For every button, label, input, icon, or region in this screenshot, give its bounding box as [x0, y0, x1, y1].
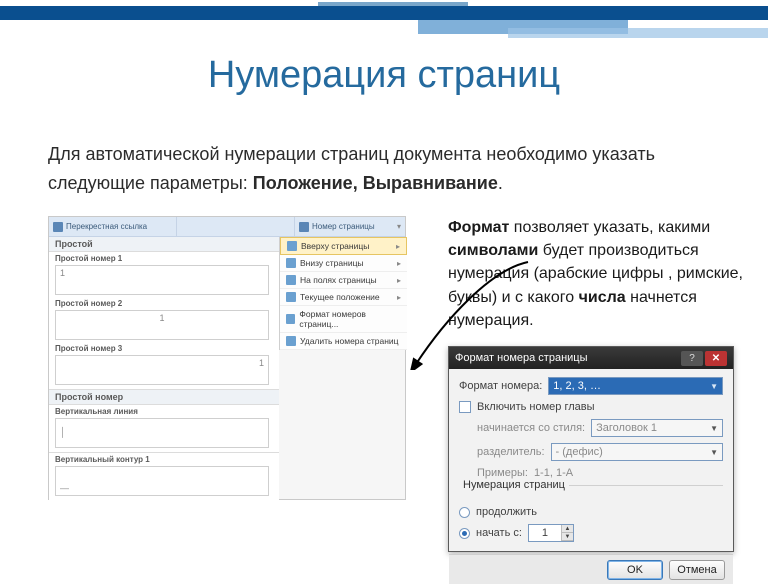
- chevron-down-icon: ▼: [710, 448, 718, 457]
- cancel-button[interactable]: Отмена: [669, 560, 725, 580]
- label-number-format: Формат номера:: [459, 380, 542, 392]
- chevron-right-icon: ▸: [396, 242, 400, 251]
- gallery-item-label: Простой номер 1: [55, 254, 273, 263]
- label-include-chapter: Включить номер главы: [477, 401, 595, 413]
- dialog-footer: OK Отмена: [449, 554, 733, 584]
- radio-start-at[interactable]: [459, 528, 470, 539]
- slide-body: Для автоматической нумерации страниц док…: [48, 140, 720, 198]
- chapter-style-combo[interactable]: Заголовок 1 ▼: [591, 419, 723, 437]
- number-format-combo[interactable]: 1, 2, 3, … ▼: [548, 377, 723, 395]
- group-label-text: Нумерация страниц: [459, 479, 569, 491]
- ribbon-pagenumber-label: Номер страницы: [312, 222, 375, 231]
- ok-button[interactable]: OK: [607, 560, 663, 580]
- menu-current-position[interactable]: Текущее положение ▸: [280, 289, 407, 306]
- menu-top-of-page[interactable]: Вверху страницы ▸: [280, 237, 407, 255]
- gallery-thumb: 1: [55, 265, 269, 295]
- label-start-at: начать с:: [476, 527, 522, 539]
- menu-remove-page-numbers[interactable]: Удалить номера страниц: [280, 333, 407, 350]
- spin-up-icon[interactable]: ▲: [561, 525, 573, 533]
- chevron-right-icon: ▸: [397, 259, 401, 268]
- gallery-thumb: —: [55, 466, 269, 496]
- ribbon-pagenumber[interactable]: Номер страницы ▾: [295, 217, 405, 236]
- rp-format: Формат: [448, 219, 509, 236]
- menu-item-label: Удалить номера страниц: [300, 336, 399, 346]
- rp-number: числа: [579, 289, 626, 306]
- start-at-value: 1: [529, 527, 561, 539]
- menu-bottom-of-page[interactable]: Внизу страницы ▸: [280, 255, 407, 272]
- chapter-style-value: Заголовок 1: [596, 422, 657, 434]
- gallery-item[interactable]: Вертикальная линия │: [49, 405, 279, 450]
- current-pos-icon: [286, 292, 296, 302]
- gallery-header-simple: Простой: [49, 237, 279, 252]
- rp-symbols: символами: [448, 242, 538, 259]
- gallery-item-label: Вертикальный контур 1: [55, 455, 273, 464]
- gallery-thumb: 1: [55, 355, 269, 385]
- remove-icon: [286, 336, 296, 346]
- menu-format-page-numbers[interactable]: Формат номеров страниц...: [280, 306, 407, 333]
- separator-value: - (дефис): [556, 446, 603, 458]
- chevron-down-icon: ▼: [710, 424, 718, 433]
- slide-title: Нумерация страниц: [0, 54, 768, 97]
- close-button[interactable]: ✕: [705, 351, 727, 366]
- ribbon-crossref[interactable]: Перекрестная ссылка: [49, 217, 177, 236]
- dialog-title-text: Формат номера страницы: [455, 352, 588, 364]
- menu-item-label: На полях страницы: [300, 275, 377, 285]
- page-top-icon: [287, 241, 297, 251]
- gallery-thumb: │: [55, 418, 269, 448]
- gallery-header-plain: Простой номер: [49, 390, 279, 405]
- gallery-item-label: Простой номер 2: [55, 299, 273, 308]
- gallery-item[interactable]: Простой номер 3 1: [49, 342, 279, 387]
- menu-page-margins[interactable]: На полях страницы ▸: [280, 272, 407, 289]
- label-separator: разделитель:: [477, 446, 545, 458]
- examples-value: 1-1, 1-A: [534, 467, 573, 479]
- ribbon-crossref-label: Перекрестная ссылка: [66, 222, 147, 231]
- label-examples: Примеры:: [477, 467, 528, 479]
- gallery-thumb: 1: [55, 310, 269, 340]
- rp-t1: позволяет указать, какими: [509, 219, 710, 236]
- label-starts-with-style: начинается со стиля:: [477, 422, 585, 434]
- help-button[interactable]: ?: [681, 351, 703, 366]
- body-bold: Положение, Выравнивание: [253, 173, 498, 193]
- menu-item-label: Внизу страницы: [300, 258, 364, 268]
- right-paragraph: Формат позволяет указать, какими символа…: [448, 216, 744, 332]
- dialog-body: Формат номера: 1, 2, 3, … ▼ Включить номе…: [449, 369, 733, 554]
- dialog-titlebar[interactable]: Формат номера страницы ? ✕: [449, 347, 733, 369]
- pagenumber-gallery[interactable]: Простой Простой номер 1 1 Простой номер …: [49, 237, 279, 501]
- chevron-down-icon: ▼: [710, 382, 718, 391]
- menu-item-label: Текущее положение: [300, 292, 380, 302]
- word-ribbon-strip: Перекрестная ссылка Номер страницы ▾: [49, 217, 405, 237]
- body-tail: .: [498, 173, 503, 193]
- format-icon: [286, 314, 295, 324]
- slide-decor: [0, 0, 768, 46]
- spinner-buttons[interactable]: ▲▼: [561, 525, 573, 541]
- include-chapter-checkbox[interactable]: [459, 401, 471, 413]
- gallery-item-label: Простой номер 3: [55, 344, 273, 353]
- gallery-item[interactable]: Простой номер 1 1: [49, 252, 279, 297]
- group-page-numbering: Нумерация страниц: [459, 485, 723, 504]
- separator-combo[interactable]: - (дефис) ▼: [551, 443, 723, 461]
- page-margins-icon: [286, 275, 296, 285]
- number-format-value: 1, 2, 3, …: [553, 380, 601, 392]
- pagenumber-menu: Вверху страницы ▸ Внизу страницы ▸ На поля…: [279, 237, 407, 350]
- page-bottom-icon: [286, 258, 296, 268]
- radio-continue[interactable]: [459, 507, 470, 518]
- cancel-label: Отмена: [677, 564, 716, 576]
- menu-item-label: Вверху страницы: [301, 241, 369, 251]
- chevron-right-icon: ▸: [397, 276, 401, 285]
- gallery-item-label: Вертикальная линия: [55, 407, 273, 416]
- spin-down-icon[interactable]: ▼: [561, 533, 573, 541]
- label-continue: продолжить: [476, 506, 537, 518]
- chevron-right-icon: ▸: [397, 293, 401, 302]
- start-at-spinner[interactable]: 1 ▲▼: [528, 524, 574, 542]
- crossref-icon: [53, 222, 63, 232]
- menu-item-label: Формат номеров страниц...: [299, 309, 401, 329]
- ribbon-spacer: [177, 217, 295, 236]
- pagenumber-icon: [299, 222, 309, 232]
- gallery-item[interactable]: Вертикальный контур 1 —: [49, 453, 279, 498]
- word-pagenumber-panel: Перекрестная ссылка Номер страницы ▾ Прос…: [48, 216, 406, 500]
- ok-label: OK: [627, 564, 643, 576]
- format-page-number-dialog: Формат номера страницы ? ✕ Формат номера…: [448, 346, 734, 552]
- gallery-item[interactable]: Простой номер 2 1: [49, 297, 279, 342]
- chevron-down-icon: ▾: [397, 222, 401, 231]
